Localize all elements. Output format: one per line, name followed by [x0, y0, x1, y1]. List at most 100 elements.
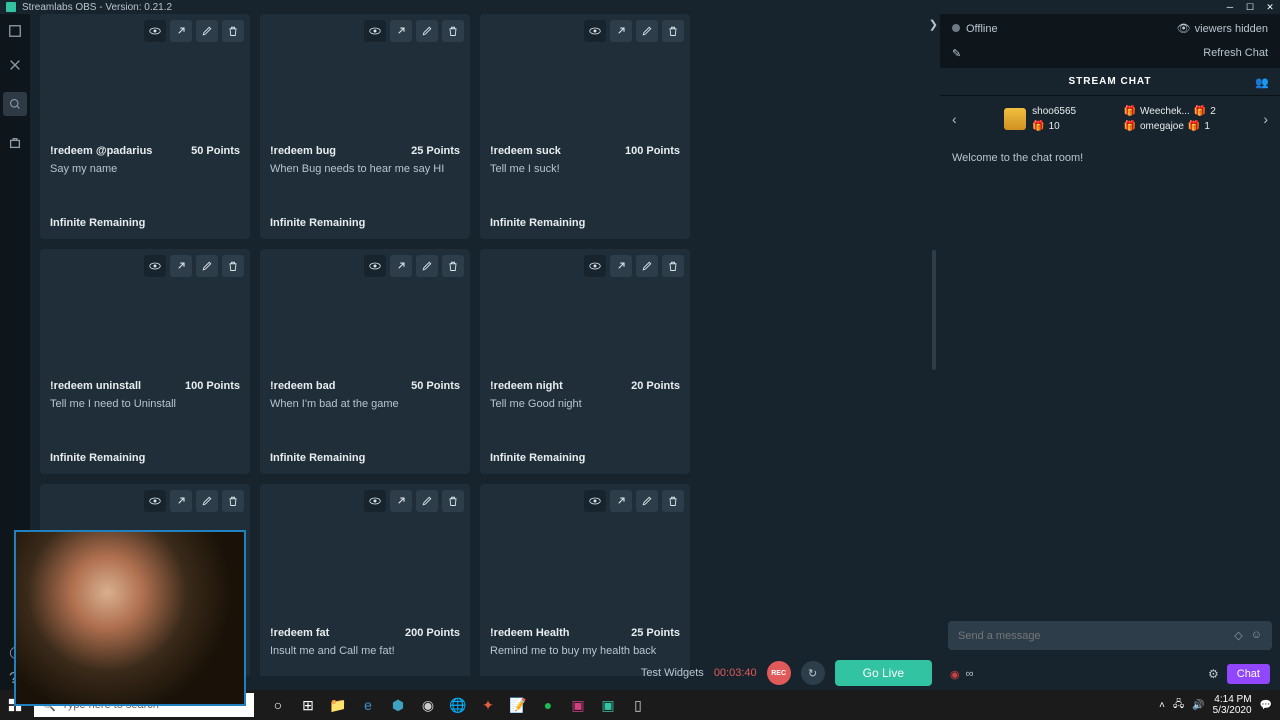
card-remaining: Infinite Remaining	[260, 452, 470, 474]
card-command: !redeem bad	[270, 380, 335, 392]
reward-card: !redeem uninstall 100 Points Tell me I n…	[40, 249, 250, 474]
chat-panel: Offline 👁viewers hidden ✎ Refresh Chat S…	[940, 14, 1280, 690]
card-delete-icon[interactable]	[442, 20, 464, 42]
reward-card: !redeem night 20 Points Tell me Good nig…	[480, 249, 690, 474]
channel-points[interactable]: ◉∞	[950, 668, 973, 681]
card-delete-icon[interactable]	[442, 255, 464, 277]
tray-clock[interactable]: 4:14 PM 5/3/2020	[1213, 694, 1252, 716]
card-description: When Bug needs to hear me say HI	[270, 163, 460, 177]
card-delete-icon[interactable]	[662, 20, 684, 42]
themes-icon[interactable]	[8, 58, 22, 72]
card-edit-icon[interactable]	[636, 255, 658, 277]
card-edit-icon[interactable]	[636, 490, 658, 512]
card-link-icon[interactable]	[390, 255, 412, 277]
card-edit-icon[interactable]	[196, 255, 218, 277]
card-delete-icon[interactable]	[662, 490, 684, 512]
edit-icon[interactable]: ✎	[952, 47, 961, 60]
close-button[interactable]: ✕	[1260, 0, 1280, 14]
task-spotify-icon[interactable]: ●	[534, 690, 562, 720]
card-view-icon[interactable]	[364, 255, 386, 277]
card-link-icon[interactable]	[390, 490, 412, 512]
card-view-icon[interactable]	[144, 255, 166, 277]
card-edit-icon[interactable]	[416, 20, 438, 42]
refresh-chat-link[interactable]: Refresh Chat	[1203, 47, 1268, 60]
card-view-icon[interactable]	[584, 490, 606, 512]
card-link-icon[interactable]	[610, 20, 632, 42]
card-command: !redeem uninstall	[50, 380, 141, 392]
gift-leaderboard: ‹ shoo6565 🎁10 🎁Weechek... 🎁2 🎁omegajoe …	[940, 95, 1280, 142]
go-live-button[interactable]: Go Live	[835, 660, 932, 686]
test-widgets-link[interactable]: Test Widgets	[641, 667, 704, 679]
card-link-icon[interactable]	[610, 490, 632, 512]
chat-send-button[interactable]: Chat	[1227, 664, 1270, 684]
task-app4-icon[interactable]: ▯	[624, 690, 652, 720]
card-link-icon[interactable]	[170, 20, 192, 42]
viewers-hidden[interactable]: 👁viewers hidden	[1177, 22, 1268, 35]
replay-buffer-button[interactable]: ↻	[801, 661, 825, 685]
community-icon[interactable]: 👥	[1255, 76, 1270, 89]
card-points: 100 Points	[625, 145, 680, 157]
chat-settings-icon[interactable]: ⚙	[1208, 667, 1219, 681]
card-view-icon[interactable]	[364, 490, 386, 512]
card-points: 20 Points	[631, 380, 680, 392]
chat-messages: Welcome to the chat room!	[940, 142, 1280, 613]
card-delete-icon[interactable]	[442, 490, 464, 512]
card-delete-icon[interactable]	[222, 490, 244, 512]
task-view-icon[interactable]: ⊞	[294, 690, 322, 720]
card-points: 25 Points	[411, 145, 460, 157]
record-button[interactable]: REC	[767, 661, 791, 685]
gift-prev-icon[interactable]: ‹	[952, 111, 957, 127]
collapse-right-icon[interactable]: ❯	[929, 18, 938, 31]
card-delete-icon[interactable]	[662, 255, 684, 277]
task-app3-icon[interactable]: ▣	[564, 690, 592, 720]
task-slobs-icon[interactable]: ▣	[594, 690, 622, 720]
card-remaining: Infinite Remaining	[480, 217, 690, 239]
card-view-icon[interactable]	[584, 255, 606, 277]
card-view-icon[interactable]	[364, 20, 386, 42]
card-link-icon[interactable]	[170, 490, 192, 512]
card-link-icon[interactable]	[390, 20, 412, 42]
card-delete-icon[interactable]	[222, 255, 244, 277]
bits-icon[interactable]: ◇	[1234, 629, 1242, 642]
card-view-icon[interactable]	[584, 20, 606, 42]
task-app2-icon[interactable]: ✦	[474, 690, 502, 720]
card-edit-icon[interactable]	[416, 490, 438, 512]
emote-icon[interactable]: ☺	[1251, 629, 1262, 642]
task-app1-icon[interactable]: ⬢	[384, 690, 412, 720]
card-description: Tell me I suck!	[490, 163, 680, 177]
task-steam-icon[interactable]: ◉	[414, 690, 442, 720]
minimize-button[interactable]: ─	[1220, 0, 1240, 14]
card-delete-icon[interactable]	[222, 20, 244, 42]
card-edit-icon[interactable]	[196, 20, 218, 42]
card-edit-icon[interactable]	[196, 490, 218, 512]
card-command: !redeem bug	[270, 145, 336, 157]
card-edit-icon[interactable]	[416, 255, 438, 277]
reward-card: !redeem @padarius 50 Points Say my name …	[40, 14, 250, 239]
tray-notifications-icon[interactable]: 💬	[1260, 700, 1272, 711]
tray-up-icon[interactable]: ˄	[1159, 700, 1165, 711]
task-chrome-icon[interactable]: 🌐	[444, 690, 472, 720]
tray-volume-icon[interactable]: 🔊	[1192, 700, 1204, 711]
task-explorer-icon[interactable]: 📁	[324, 690, 352, 720]
card-edit-icon[interactable]	[636, 20, 658, 42]
card-points: 25 Points	[631, 627, 680, 639]
card-view-icon[interactable]	[144, 490, 166, 512]
task-notes-icon[interactable]: 📝	[504, 690, 532, 720]
card-command: !redeem fat	[270, 627, 329, 639]
reward-card: !redeem suck 100 Points Tell me I suck! …	[480, 14, 690, 239]
dashboard-icon[interactable]	[3, 92, 27, 116]
editor-icon[interactable]	[8, 24, 22, 38]
task-cortana-icon[interactable]: ○	[264, 690, 292, 720]
card-view-icon[interactable]	[144, 20, 166, 42]
card-link-icon[interactable]	[170, 255, 192, 277]
tray-network-icon[interactable]: 🖧	[1173, 697, 1184, 714]
task-edge-icon[interactable]: e	[354, 690, 382, 720]
card-link-icon[interactable]	[610, 255, 632, 277]
maximize-button[interactable]: ☐	[1240, 0, 1260, 14]
card-description: Tell me I need to Uninstall	[50, 398, 240, 412]
reward-card: !redeem fat 200 Points Insult me and Cal…	[260, 484, 470, 676]
gift-next-icon[interactable]: ›	[1263, 111, 1268, 127]
chat-input[interactable]	[958, 630, 1234, 642]
store-icon[interactable]	[8, 136, 22, 150]
status-text: Offline	[966, 23, 998, 35]
